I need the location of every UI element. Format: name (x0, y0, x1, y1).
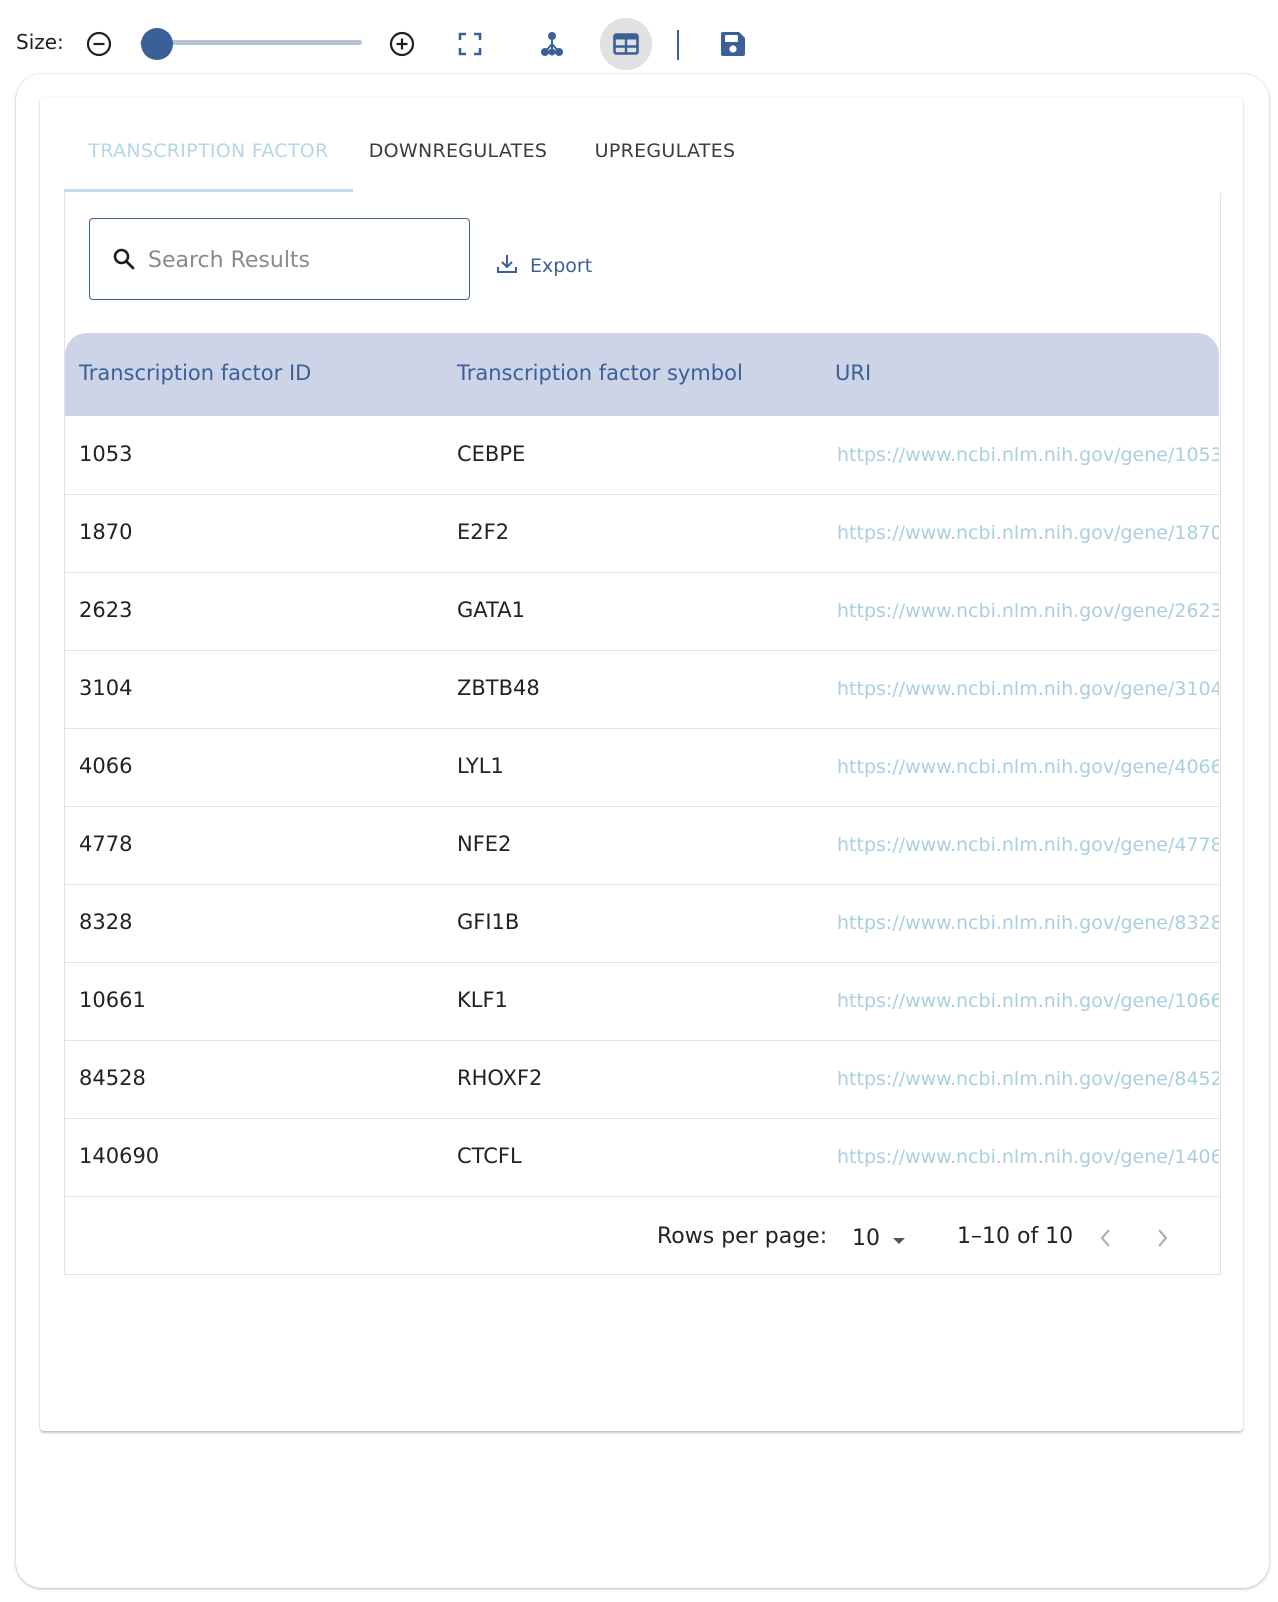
cell-symbol: RHOXF2 (457, 1066, 543, 1090)
fit-screen-icon[interactable] (455, 29, 485, 59)
search-input[interactable] (146, 237, 450, 283)
cell-id: 84528 (79, 1066, 146, 1090)
network-graph-icon[interactable] (537, 29, 567, 59)
download-icon (496, 253, 518, 280)
cell-symbol: GFI1B (457, 910, 520, 934)
search-box[interactable] (89, 218, 470, 300)
table-row[interactable]: 1053 CEBPE https://www.ncbi.nlm.nih.gov/… (65, 416, 1219, 495)
column-header-id[interactable]: Transcription factor ID (79, 361, 311, 385)
table-row[interactable]: 4778 NFE2 https://www.ncbi.nlm.nih.gov/g… (65, 806, 1219, 885)
cell-symbol: CTCFL (457, 1144, 522, 1168)
column-header-symbol[interactable]: Transcription factor symbol (457, 361, 743, 385)
table-row[interactable]: 4066 LYL1 https://www.ncbi.nlm.nih.gov/g… (65, 728, 1219, 807)
table-row[interactable]: 3104 ZBTB48 https://www.ncbi.nlm.nih.gov… (65, 650, 1219, 729)
rows-per-page-value: 10 (852, 1225, 880, 1251)
results-table: Transcription factor ID Transcription fa… (65, 333, 1219, 1203)
table-row[interactable]: 140690 CTCFL https://www.ncbi.nlm.nih.go… (65, 1118, 1219, 1197)
zoom-out-icon[interactable] (84, 29, 114, 59)
cell-symbol: ZBTB48 (457, 676, 540, 700)
table-header: Transcription factor ID Transcription fa… (65, 333, 1219, 416)
cell-id: 8328 (79, 910, 133, 934)
save-icon[interactable] (717, 28, 749, 60)
cell-id: 3104 (79, 676, 133, 700)
cell-symbol: GATA1 (457, 598, 525, 622)
page-range: 1–10 of 10 (957, 1224, 1074, 1249)
cell-uri-link[interactable]: https://www.ncbi.nlm.nih.gov/gene/2623 (837, 600, 1219, 622)
table-row[interactable]: 8328 GFI1B https://www.ncbi.nlm.nih.gov/… (65, 884, 1219, 963)
cell-id: 4778 (79, 832, 133, 856)
export-label: Export (530, 255, 593, 277)
table-row[interactable]: 1870 E2F2 https://www.ncbi.nlm.nih.gov/g… (65, 494, 1219, 573)
cell-uri-link[interactable]: https://www.ncbi.nlm.nih.gov/gene/8328 (837, 912, 1219, 934)
table-row[interactable]: 10661 KLF1 https://www.ncbi.nlm.nih.gov/… (65, 962, 1219, 1041)
active-tab-indicator (64, 189, 353, 192)
cell-id: 1870 (79, 520, 133, 544)
tab-upregulates[interactable]: UPREGULATES (590, 140, 740, 192)
cell-id: 140690 (79, 1144, 160, 1168)
cell-uri-link[interactable]: https://www.ncbi.nlm.nih.gov/gene/4066 (837, 756, 1219, 778)
cell-id: 4066 (79, 754, 133, 778)
table-row[interactable]: 2623 GATA1 https://www.ncbi.nlm.nih.gov/… (65, 572, 1219, 651)
rows-per-page-label: Rows per page: (657, 1224, 828, 1249)
cell-symbol: E2F2 (457, 520, 510, 544)
cell-uri-link[interactable]: https://www.ncbi.nlm.nih.gov/gene/140690 (837, 1146, 1219, 1168)
rows-per-page-select[interactable]: 10 (852, 1221, 906, 1255)
cell-symbol: LYL1 (457, 754, 504, 778)
size-label: Size: (16, 30, 64, 54)
toolbar-divider (677, 30, 679, 60)
cell-id: 2623 (79, 598, 133, 622)
tab-transcription-factor[interactable]: TRANSCRIPTION FACTOR (64, 140, 353, 192)
cell-symbol: NFE2 (457, 832, 512, 856)
tab-downregulates[interactable]: DOWNREGULATES (368, 140, 548, 192)
size-slider-track[interactable] (140, 40, 362, 45)
cell-uri-link[interactable]: https://www.ncbi.nlm.nih.gov/gene/4778 (837, 834, 1219, 856)
cell-uri-link[interactable]: https://www.ncbi.nlm.nih.gov/gene/1053 (837, 444, 1219, 466)
export-button[interactable]: Export (496, 246, 592, 286)
cell-id: 1053 (79, 442, 133, 466)
cell-symbol: CEBPE (457, 442, 526, 466)
column-header-uri[interactable]: URI (835, 361, 871, 385)
search-icon (112, 247, 136, 275)
table-row[interactable]: 84528 RHOXF2 https://www.ncbi.nlm.nih.go… (65, 1040, 1219, 1119)
previous-page-icon[interactable] (1090, 1223, 1120, 1253)
size-slider-thumb[interactable] (141, 28, 173, 60)
cell-uri-link[interactable]: https://www.ncbi.nlm.nih.gov/gene/10661 (837, 990, 1219, 1012)
cell-uri-link[interactable]: https://www.ncbi.nlm.nih.gov/gene/84528 (837, 1068, 1219, 1090)
zoom-in-icon[interactable] (387, 29, 417, 59)
pagination: Rows per page: 10 1–10 of 10 (64, 1203, 1219, 1273)
cell-uri-link[interactable]: https://www.ncbi.nlm.nih.gov/gene/3104 (837, 678, 1219, 700)
cell-symbol: KLF1 (457, 988, 508, 1012)
cell-id: 10661 (79, 988, 146, 1012)
table-view-icon[interactable] (600, 18, 652, 70)
cell-uri-link[interactable]: https://www.ncbi.nlm.nih.gov/gene/1870 (837, 522, 1219, 544)
caret-down-icon (892, 1226, 906, 1251)
next-page-icon[interactable] (1148, 1223, 1178, 1253)
